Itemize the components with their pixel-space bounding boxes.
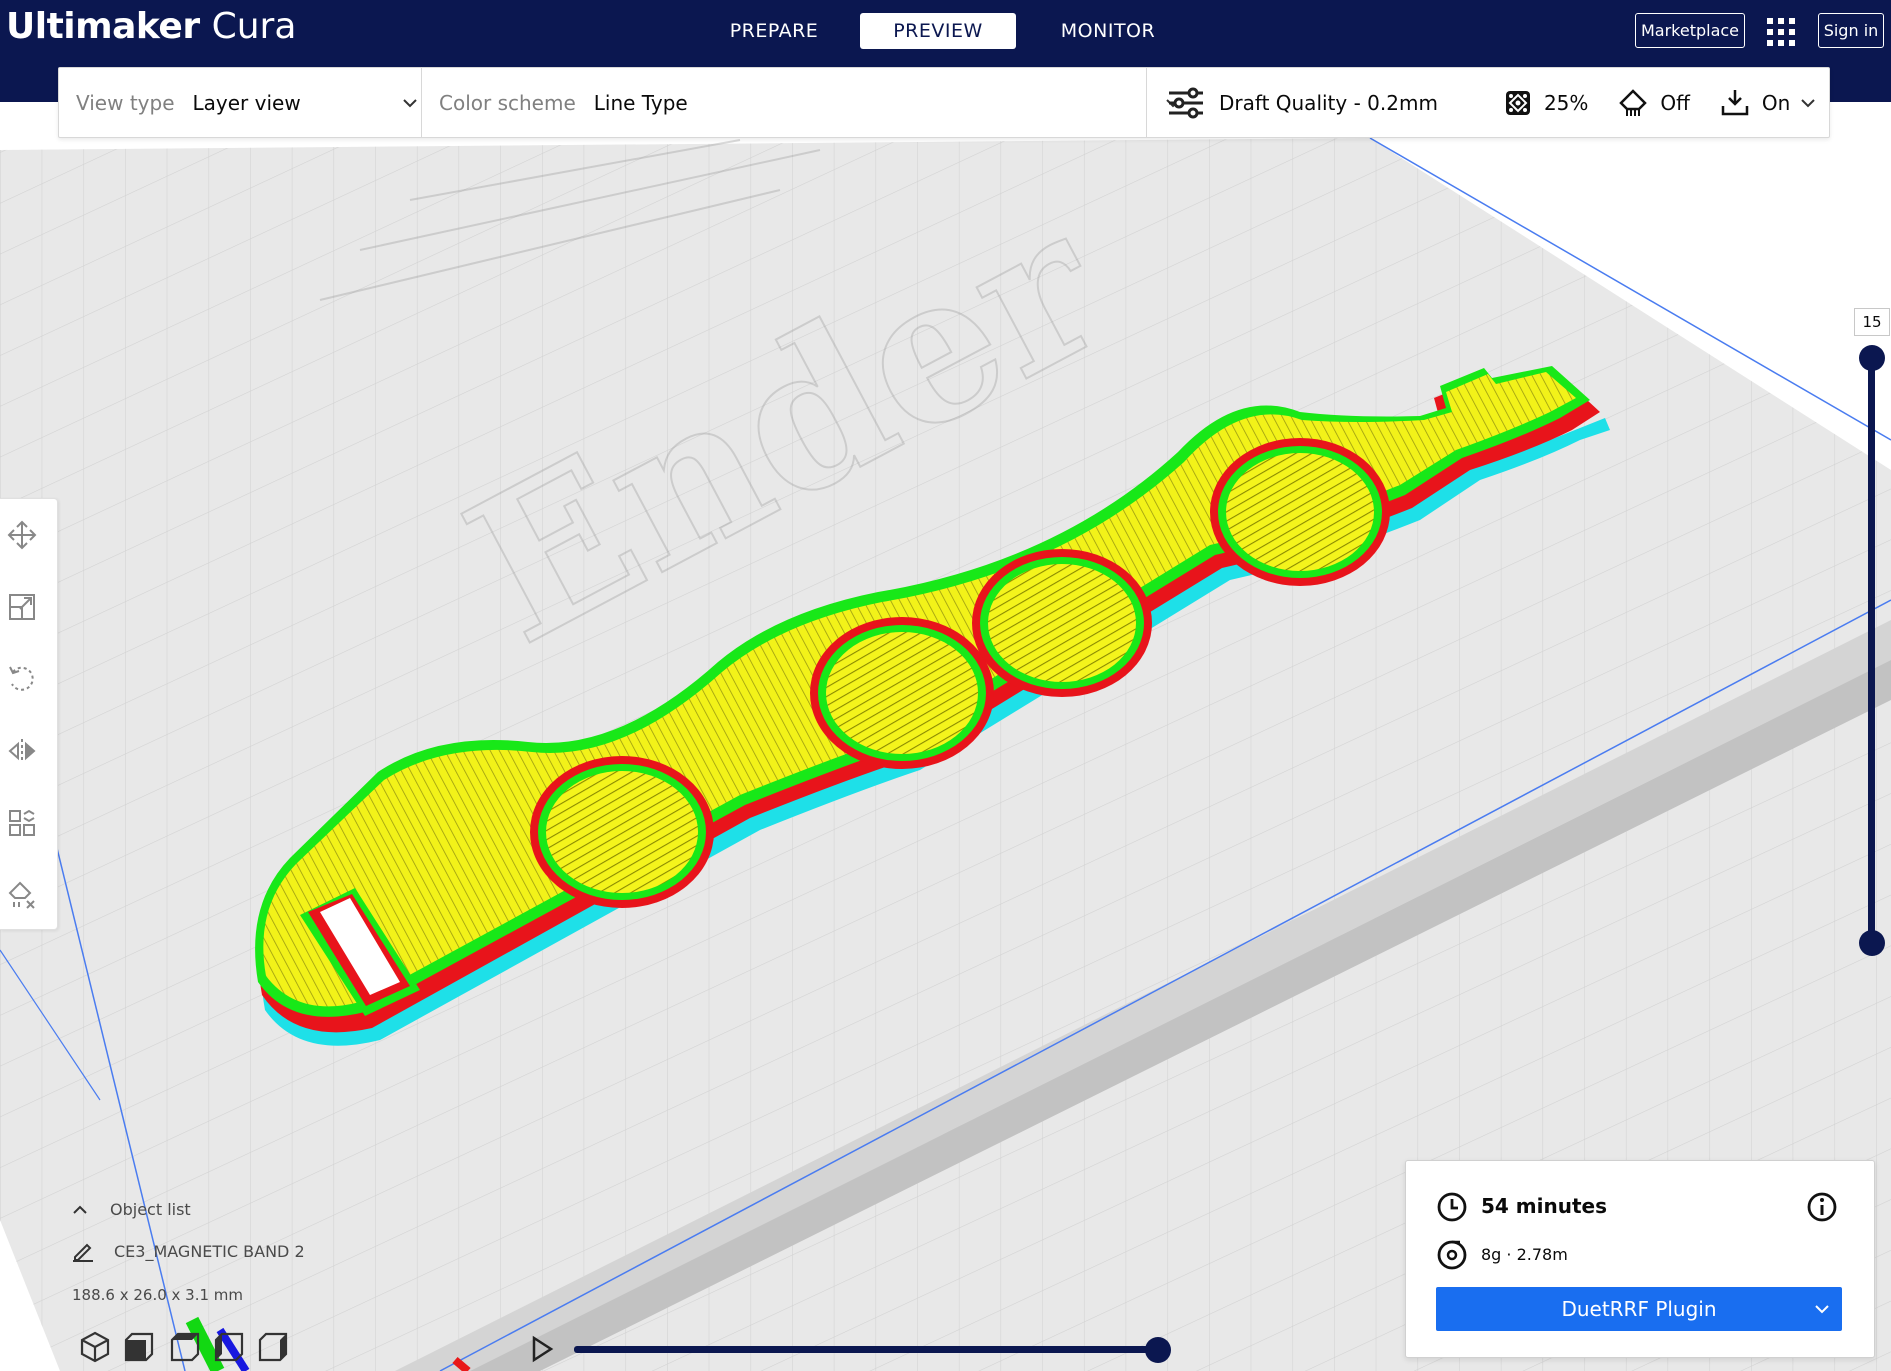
left-view-icon[interactable] [212,1330,246,1364]
per-model-settings-tool[interactable] [4,805,40,841]
infill-icon [1505,90,1530,115]
object-dimensions: 188.6 x 26.0 x 3.1 mm [72,1286,244,1304]
layer-slider-track[interactable] [1868,358,1875,943]
color-scheme-label: Color scheme [439,90,576,115]
adhesion-value: On [1761,90,1791,115]
move-tool[interactable] [4,517,40,553]
hole-2 [810,617,994,769]
object-list-label: Object list [110,1200,191,1219]
app-logo: Ultimaker Cura [6,6,296,56]
layer-number[interactable]: 15 [1854,308,1890,336]
print-estimate-panel: 54 minutes 8g · 2.78m DuetRRF Plugin [1405,1160,1875,1358]
chevron-down-icon [403,99,417,108]
simulation-timeline-track[interactable] [574,1346,1158,1353]
rotate-icon [9,666,34,691]
color-scheme-value: Line Type [593,90,688,115]
logo-brand-light: Cura [211,6,297,47]
scale-tool[interactable] [4,589,40,625]
print-settings-summary[interactable]: Draft Quality - 0.2mm 25% Off On [1167,68,1827,137]
tab-monitor[interactable]: MONITOR [1034,13,1182,49]
object-list-toggle[interactable]: Object list [72,1200,191,1219]
marketplace-button[interactable]: Marketplace [1635,13,1745,48]
clock-icon [1437,1192,1467,1222]
output-device-button[interactable]: DuetRRF Plugin [1436,1287,1842,1331]
front-view-icon[interactable] [122,1330,156,1364]
tab-prepare[interactable]: PREPARE [700,13,848,49]
color-scheme-dropdown[interactable]: Color scheme Line Type [439,68,1180,137]
quality-label: Draft Quality - 0.2mm [1219,90,1438,115]
grid-apps-icon[interactable] [1766,17,1796,47]
object-name-row[interactable]: CE3_MAGNETIC BAND 2 [72,1240,305,1262]
chevron-down-icon[interactable] [1814,1304,1830,1314]
play-icon[interactable] [529,1335,555,1363]
rotate-tool[interactable] [4,661,40,697]
info-icon[interactable] [1806,1191,1838,1223]
logo-brand-bold: Ultimaker [6,6,200,47]
3d-view-icon[interactable] [78,1330,112,1364]
mirror-tool[interactable] [4,733,40,769]
right-view-icon[interactable] [256,1330,290,1364]
tab-preview[interactable]: PREVIEW [860,13,1016,49]
support-icon [1619,88,1648,116]
view-type-label: View type [76,90,175,115]
mirror-icon [8,739,36,763]
spool-icon [1437,1240,1467,1270]
tool-panel [0,498,58,930]
hole-3 [972,549,1152,697]
layer-slider-bottom-handle[interactable] [1859,930,1885,956]
sign-in-button[interactable]: Sign in [1818,13,1884,48]
support-blocker-icon [8,881,35,909]
per-model-settings-icon [9,809,35,836]
sliders-icon [1169,87,1203,118]
chevron-up-icon [73,1205,87,1214]
estimated-print-time: 54 minutes [1481,1194,1607,1218]
view-type-dropdown[interactable]: View type Layer view [76,68,417,137]
estimated-material: 8g · 2.78m [1481,1245,1568,1264]
chevron-down-icon [1801,99,1815,108]
cura-window: Ender Ultimaker Cura PREPARE PREVIEW MON… [0,0,1891,1371]
support-value: Off [1660,90,1690,115]
hole-1 [530,756,714,908]
layer-slider-top-handle[interactable] [1859,345,1885,371]
support-blocker-tool[interactable] [4,877,40,913]
hole-4 [1210,438,1390,586]
pencil-icon [73,1243,93,1262]
simulation-timeline-handle[interactable] [1145,1337,1171,1363]
object-name: CE3_MAGNETIC BAND 2 [114,1241,305,1261]
view-type-value: Layer view [192,90,301,115]
scale-icon [9,594,35,620]
move-icon [7,520,37,550]
infill-value: 25% [1543,90,1589,115]
output-device-label: DuetRRF Plugin [1561,1297,1717,1321]
view-toolbar: View type Layer view Color scheme Line T… [58,67,1830,138]
top-view-icon[interactable] [168,1330,202,1364]
adhesion-icon [1721,89,1749,115]
